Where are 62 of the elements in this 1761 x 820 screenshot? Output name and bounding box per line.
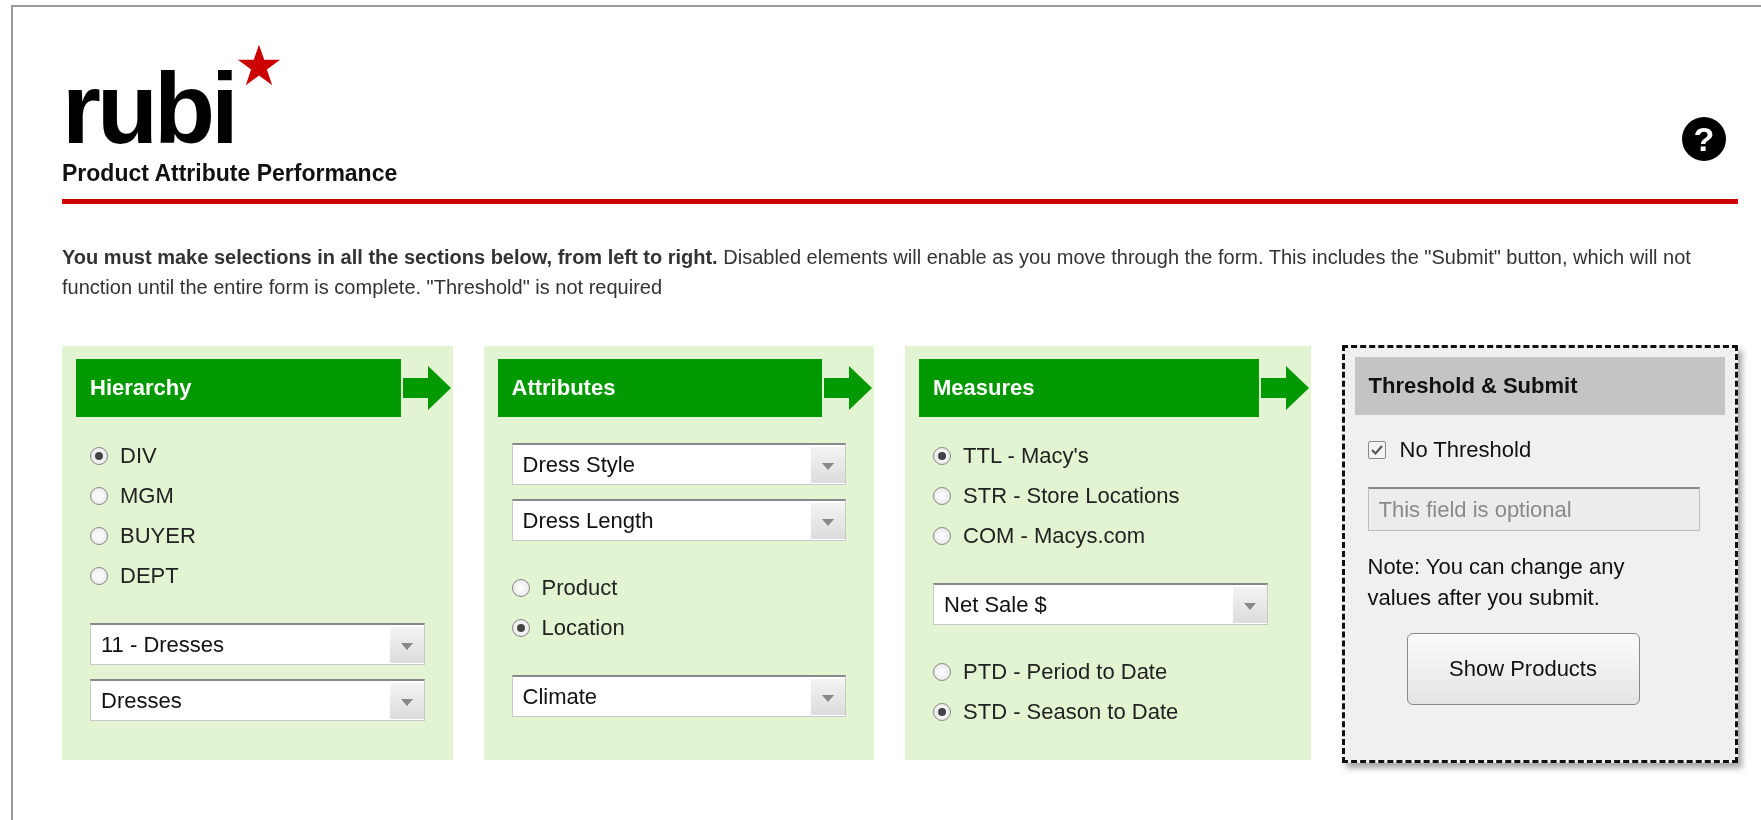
dropdown-field[interactable]: Dress Style	[511, 443, 847, 485]
radio-button[interactable]	[933, 487, 952, 505]
radio-label: Location	[541, 615, 625, 641]
radio-option[interactable]: Location	[511, 615, 847, 641]
radio-label: Product	[541, 575, 618, 601]
radio-button[interactable]	[511, 619, 530, 637]
radio-button[interactable]	[933, 663, 952, 681]
radio-option[interactable]: Product	[511, 575, 847, 601]
check-icon	[1369, 443, 1384, 457]
dropdown-field[interactable]: Climate	[511, 675, 847, 717]
dropdown-field[interactable]: 11 - Dresses	[90, 623, 425, 665]
radio-button[interactable]	[933, 527, 952, 545]
caret-icon	[811, 678, 846, 715]
panel-title: Threshold & Submit	[1368, 373, 1578, 399]
caret-icon	[389, 682, 424, 719]
radio-button[interactable]	[933, 703, 952, 721]
radio-option[interactable]: TTL - Macy's	[933, 443, 1283, 469]
show-products-button[interactable]: Show Products	[1406, 633, 1640, 705]
panel-title: Attributes	[511, 375, 616, 401]
arrow-icon	[402, 366, 453, 410]
panel-title: Measures	[933, 375, 1035, 401]
radio-label: COM - Macys.com	[963, 523, 1146, 549]
note-text: Note: You can change any values after you submit.	[1367, 553, 1626, 612]
panel-title: Hierarchy	[90, 375, 192, 401]
help-button[interactable]: ?	[1682, 117, 1726, 161]
radio-label: PTD - Period to Date	[963, 659, 1168, 685]
radio-label: TTL - Macy's	[963, 443, 1089, 469]
star-icon	[236, 43, 281, 87]
radio-option[interactable]: DEPT	[90, 563, 425, 589]
radio-option[interactable]: BUYER	[90, 523, 425, 549]
checkbox[interactable]	[1367, 441, 1386, 459]
caret-icon	[1232, 586, 1267, 623]
radio-option[interactable]: STR - Store Locations	[933, 483, 1283, 509]
logo-text: rubi	[62, 61, 235, 156]
radio-label: DIV	[120, 443, 157, 469]
checkbox-label: No Threshold	[1399, 437, 1532, 463]
radio-label: STD - Season to Date	[963, 699, 1179, 725]
dropdown-field[interactable]: Net Sale $	[933, 583, 1268, 625]
radio-option[interactable]: PTD - Period to Date	[933, 659, 1283, 685]
caret-icon	[811, 446, 846, 483]
radio-button[interactable]	[90, 487, 108, 505]
caret-icon	[811, 502, 846, 539]
radio-option[interactable]: COM - Macys.com	[933, 523, 1283, 549]
radio-label: DEPT	[120, 563, 179, 589]
caret-icon	[389, 626, 424, 663]
radio-label: STR - Store Locations	[963, 483, 1180, 509]
radio-button[interactable]	[511, 579, 530, 597]
radio-button[interactable]	[933, 447, 952, 465]
instructions-text: You must make selections in all the sections below, from left to right. Disabled elements will enable as you move through the form. This includes the "Submit" button, which will not function until the entire form is complete. "Threshold" is not required	[62, 245, 1692, 300]
radio-label: BUYER	[120, 523, 196, 549]
page-subtitle: Product Attribute Performance	[62, 160, 398, 187]
radio-button[interactable]	[90, 447, 108, 465]
checkbox-option[interactable]: No Threshold	[1367, 437, 1711, 463]
radio-option[interactable]: STD - Season to Date	[933, 699, 1283, 725]
radio-button[interactable]	[90, 527, 108, 545]
radio-button[interactable]	[90, 567, 108, 585]
radio-option[interactable]: DIV	[90, 443, 425, 469]
arrow-icon	[1260, 366, 1311, 410]
dropdown-field[interactable]: Dress Length	[511, 499, 847, 541]
dropdown-field[interactable]: Dresses	[90, 679, 425, 721]
radio-label: MGM	[120, 483, 174, 509]
radio-option[interactable]: MGM	[90, 483, 425, 509]
